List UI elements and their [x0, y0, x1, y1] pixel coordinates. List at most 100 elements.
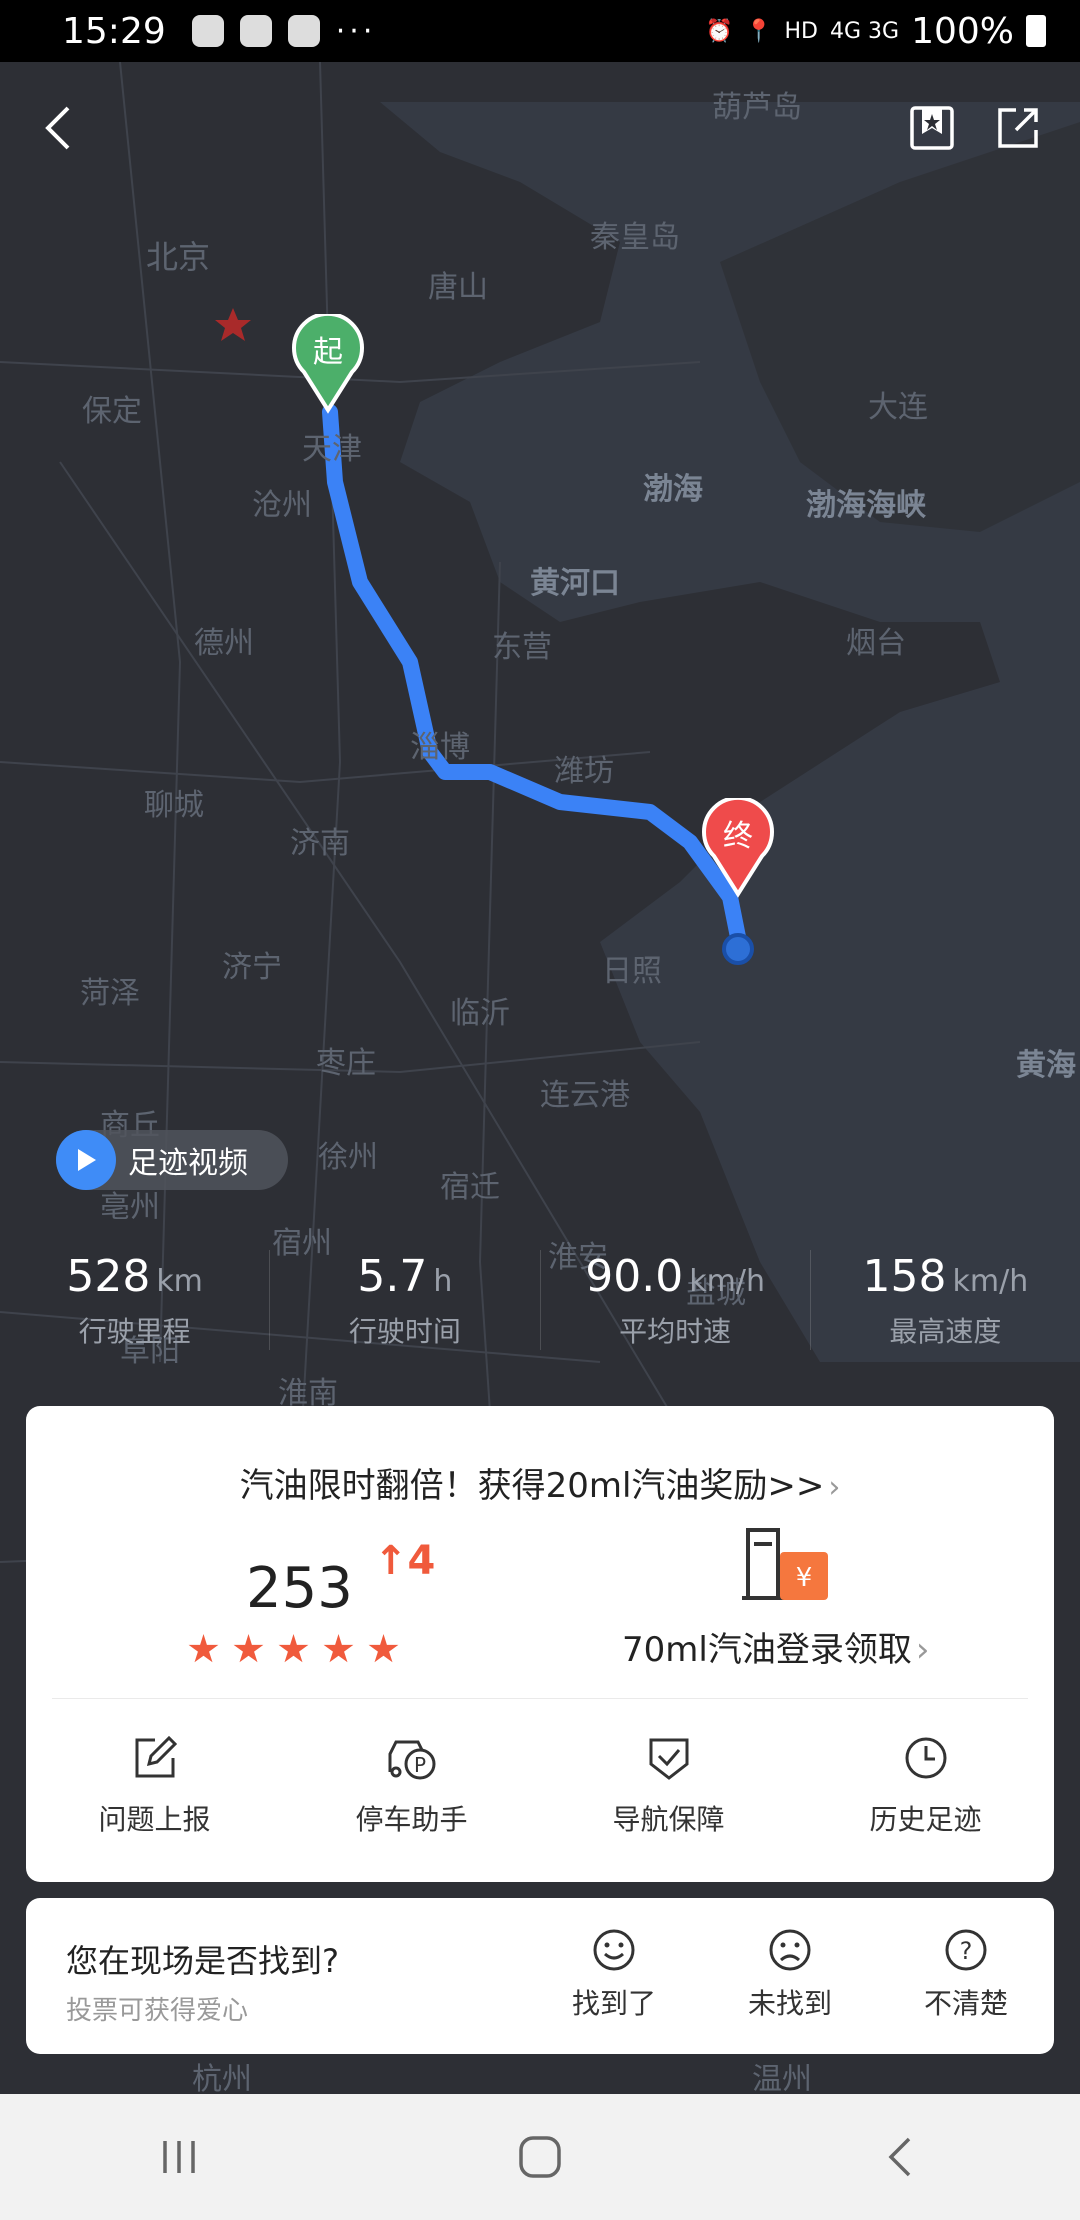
map-label: 德州 [194, 626, 254, 661]
footprint-video-button[interactable]: 足迹视频 [56, 1130, 288, 1190]
map-label: 温州 [752, 2062, 812, 2094]
action-label: 导航保障 [612, 1803, 725, 1836]
home-button[interactable] [516, 2133, 564, 2181]
stat-unit: km/h [952, 1264, 1029, 1299]
map-label: 日照 [602, 954, 662, 989]
system-nav-bar [0, 2094, 1080, 2220]
action-label: 停车助手 [355, 1803, 468, 1836]
unsure-button[interactable]: ? 不清楚 [924, 1928, 1008, 2022]
star-icon [278, 1634, 309, 1663]
stat-unit: km/h [689, 1264, 765, 1299]
parking-icon: P [388, 1740, 435, 1780]
found-button[interactable]: 找到了 [572, 1928, 656, 2022]
stat-label: 最高速度 [889, 1315, 1002, 1348]
rating-stars [188, 1634, 399, 1665]
vote-label: 找到了 [572, 1987, 657, 2020]
map-label: 东营 [492, 630, 552, 665]
stat-label: 行驶里程 [78, 1315, 191, 1348]
status-bar: 15:29 ··· ⏰ 📍 HD 4G 3G 100% [0, 0, 1080, 62]
map-label: 枣庄 [316, 1046, 376, 1081]
stat-value: 158 [862, 1251, 947, 1302]
map-label: 北京 [146, 238, 211, 276]
share-icon [998, 108, 1038, 148]
not-found-button[interactable]: 未找到 [748, 1928, 832, 2022]
location-icon: 📍 [745, 18, 773, 44]
map-label: 宿迁 [440, 1170, 500, 1205]
start-marker-label: 起 [313, 335, 343, 370]
map-label: 徐州 [318, 1140, 378, 1175]
trip-stats: 528 km 行驶里程 5.7 h 行驶时间 90.0 km/h 平均时速 158 km… [0, 1250, 1080, 1350]
bookmark-star-icon [910, 106, 954, 150]
end-marker[interactable]: 终 [700, 798, 776, 898]
map-label: 聊城 [144, 788, 204, 823]
action-label: 历史足迹 [869, 1803, 982, 1836]
vote-label: 不清楚 [924, 1987, 1009, 2020]
frown-icon [769, 1929, 811, 1971]
smile-icon [593, 1929, 635, 1971]
map-label: 潍坊 [554, 754, 614, 789]
promo-link[interactable]: 汽油限时翻倍！获得20ml汽油奖励>> › [26, 1458, 1054, 1507]
score-change-value: 4 [407, 1538, 436, 1584]
favorite-button[interactable] [904, 100, 960, 156]
stat-value: 528 [66, 1251, 151, 1302]
history-footprint-button[interactable]: 历史足迹 [797, 1736, 1054, 1838]
stat-unit: h [433, 1264, 453, 1299]
du-app-icon [239, 15, 272, 47]
check-app-icon [287, 15, 320, 47]
map-label: 保定 [82, 394, 142, 429]
stat-max-speed: 158 km/h 最高速度 [811, 1250, 1080, 1350]
battery-icon [1026, 15, 1046, 47]
map-label: 杭州 [192, 2062, 252, 2094]
more-notifications-icon: ··· [335, 13, 377, 49]
report-issue-button[interactable]: 问题上报 [26, 1736, 283, 1838]
map-label: 大连 [868, 390, 928, 425]
map-label: 天津 [302, 432, 362, 467]
map-label: 渤海海峡 [806, 488, 926, 523]
score-change: ↑4 [374, 1538, 435, 1584]
parking-assistant-button[interactable]: P 停车助手 [283, 1736, 540, 1838]
gas-reward-text: 70ml汽油登录领取 [622, 1630, 912, 1670]
start-marker[interactable]: 起 [290, 314, 366, 414]
feedback-card: 您在现场是否找到? 投票可获得爱心 找到了 未找到 ? 不清楚 [26, 1898, 1054, 2054]
gas-coupon-icon: ¥ [742, 1528, 828, 1600]
play-icon [56, 1130, 116, 1190]
map-label: 沧州 [252, 488, 312, 523]
star-icon [233, 1634, 264, 1663]
battery-text: 100% [911, 10, 1014, 52]
chevron-right-icon: › [828, 1470, 841, 1505]
gas-reward-link[interactable]: 70ml汽油登录领取 › [622, 1622, 929, 1671]
screen: 15:29 ··· ⏰ 📍 HD 4G 3G 100% 北京 葫芦岛 秦皇岛 唐… [0, 0, 1080, 2220]
notification-icons [191, 15, 320, 47]
stat-duration: 5.7 h 行驶时间 [270, 1250, 541, 1350]
feedback-subtitle: 投票可获得爱心 [66, 1996, 249, 2026]
share-button[interactable] [990, 100, 1046, 156]
status-time: 15:29 [62, 10, 166, 52]
recent-apps-button[interactable] [157, 2135, 201, 2179]
chevron-right-icon: › [915, 1630, 930, 1670]
footprint-video-label: 足迹视频 [128, 1146, 248, 1181]
star-icon [323, 1634, 354, 1663]
action-row: 问题上报 P 停车助手 导航保障 历史足迹 [26, 1736, 1054, 1838]
clock-icon [905, 1737, 946, 1779]
map-label: 葫芦岛 [712, 90, 802, 125]
promo-text: 汽油限时翻倍！获得20ml汽油奖励>> [239, 1466, 825, 1506]
vote-label: 未找到 [748, 1987, 833, 2020]
map-label: 济南 [290, 826, 350, 861]
map-label: 菏泽 [80, 976, 140, 1011]
stat-label: 行驶时间 [348, 1315, 461, 1348]
map-label: 烟台 [846, 626, 906, 661]
navigation-guarantee-button[interactable]: 导航保障 [540, 1736, 797, 1838]
end-marker-label: 终 [723, 819, 753, 854]
back-button[interactable] [30, 100, 86, 156]
stat-label: 平均时速 [619, 1315, 732, 1348]
map-label: 秦皇岛 [590, 220, 680, 255]
system-back-button[interactable] [879, 2135, 923, 2179]
map-label: 黄河口 [530, 566, 620, 601]
network-hd: HD [784, 18, 818, 44]
svg-text:?: ? [960, 1937, 973, 1965]
stat-value: 5.7 [357, 1251, 428, 1302]
shield-check-icon [649, 1738, 688, 1780]
map-label: 唐山 [428, 270, 488, 305]
star-icon [368, 1634, 399, 1663]
arrow-up-icon: ↑ [374, 1538, 408, 1584]
